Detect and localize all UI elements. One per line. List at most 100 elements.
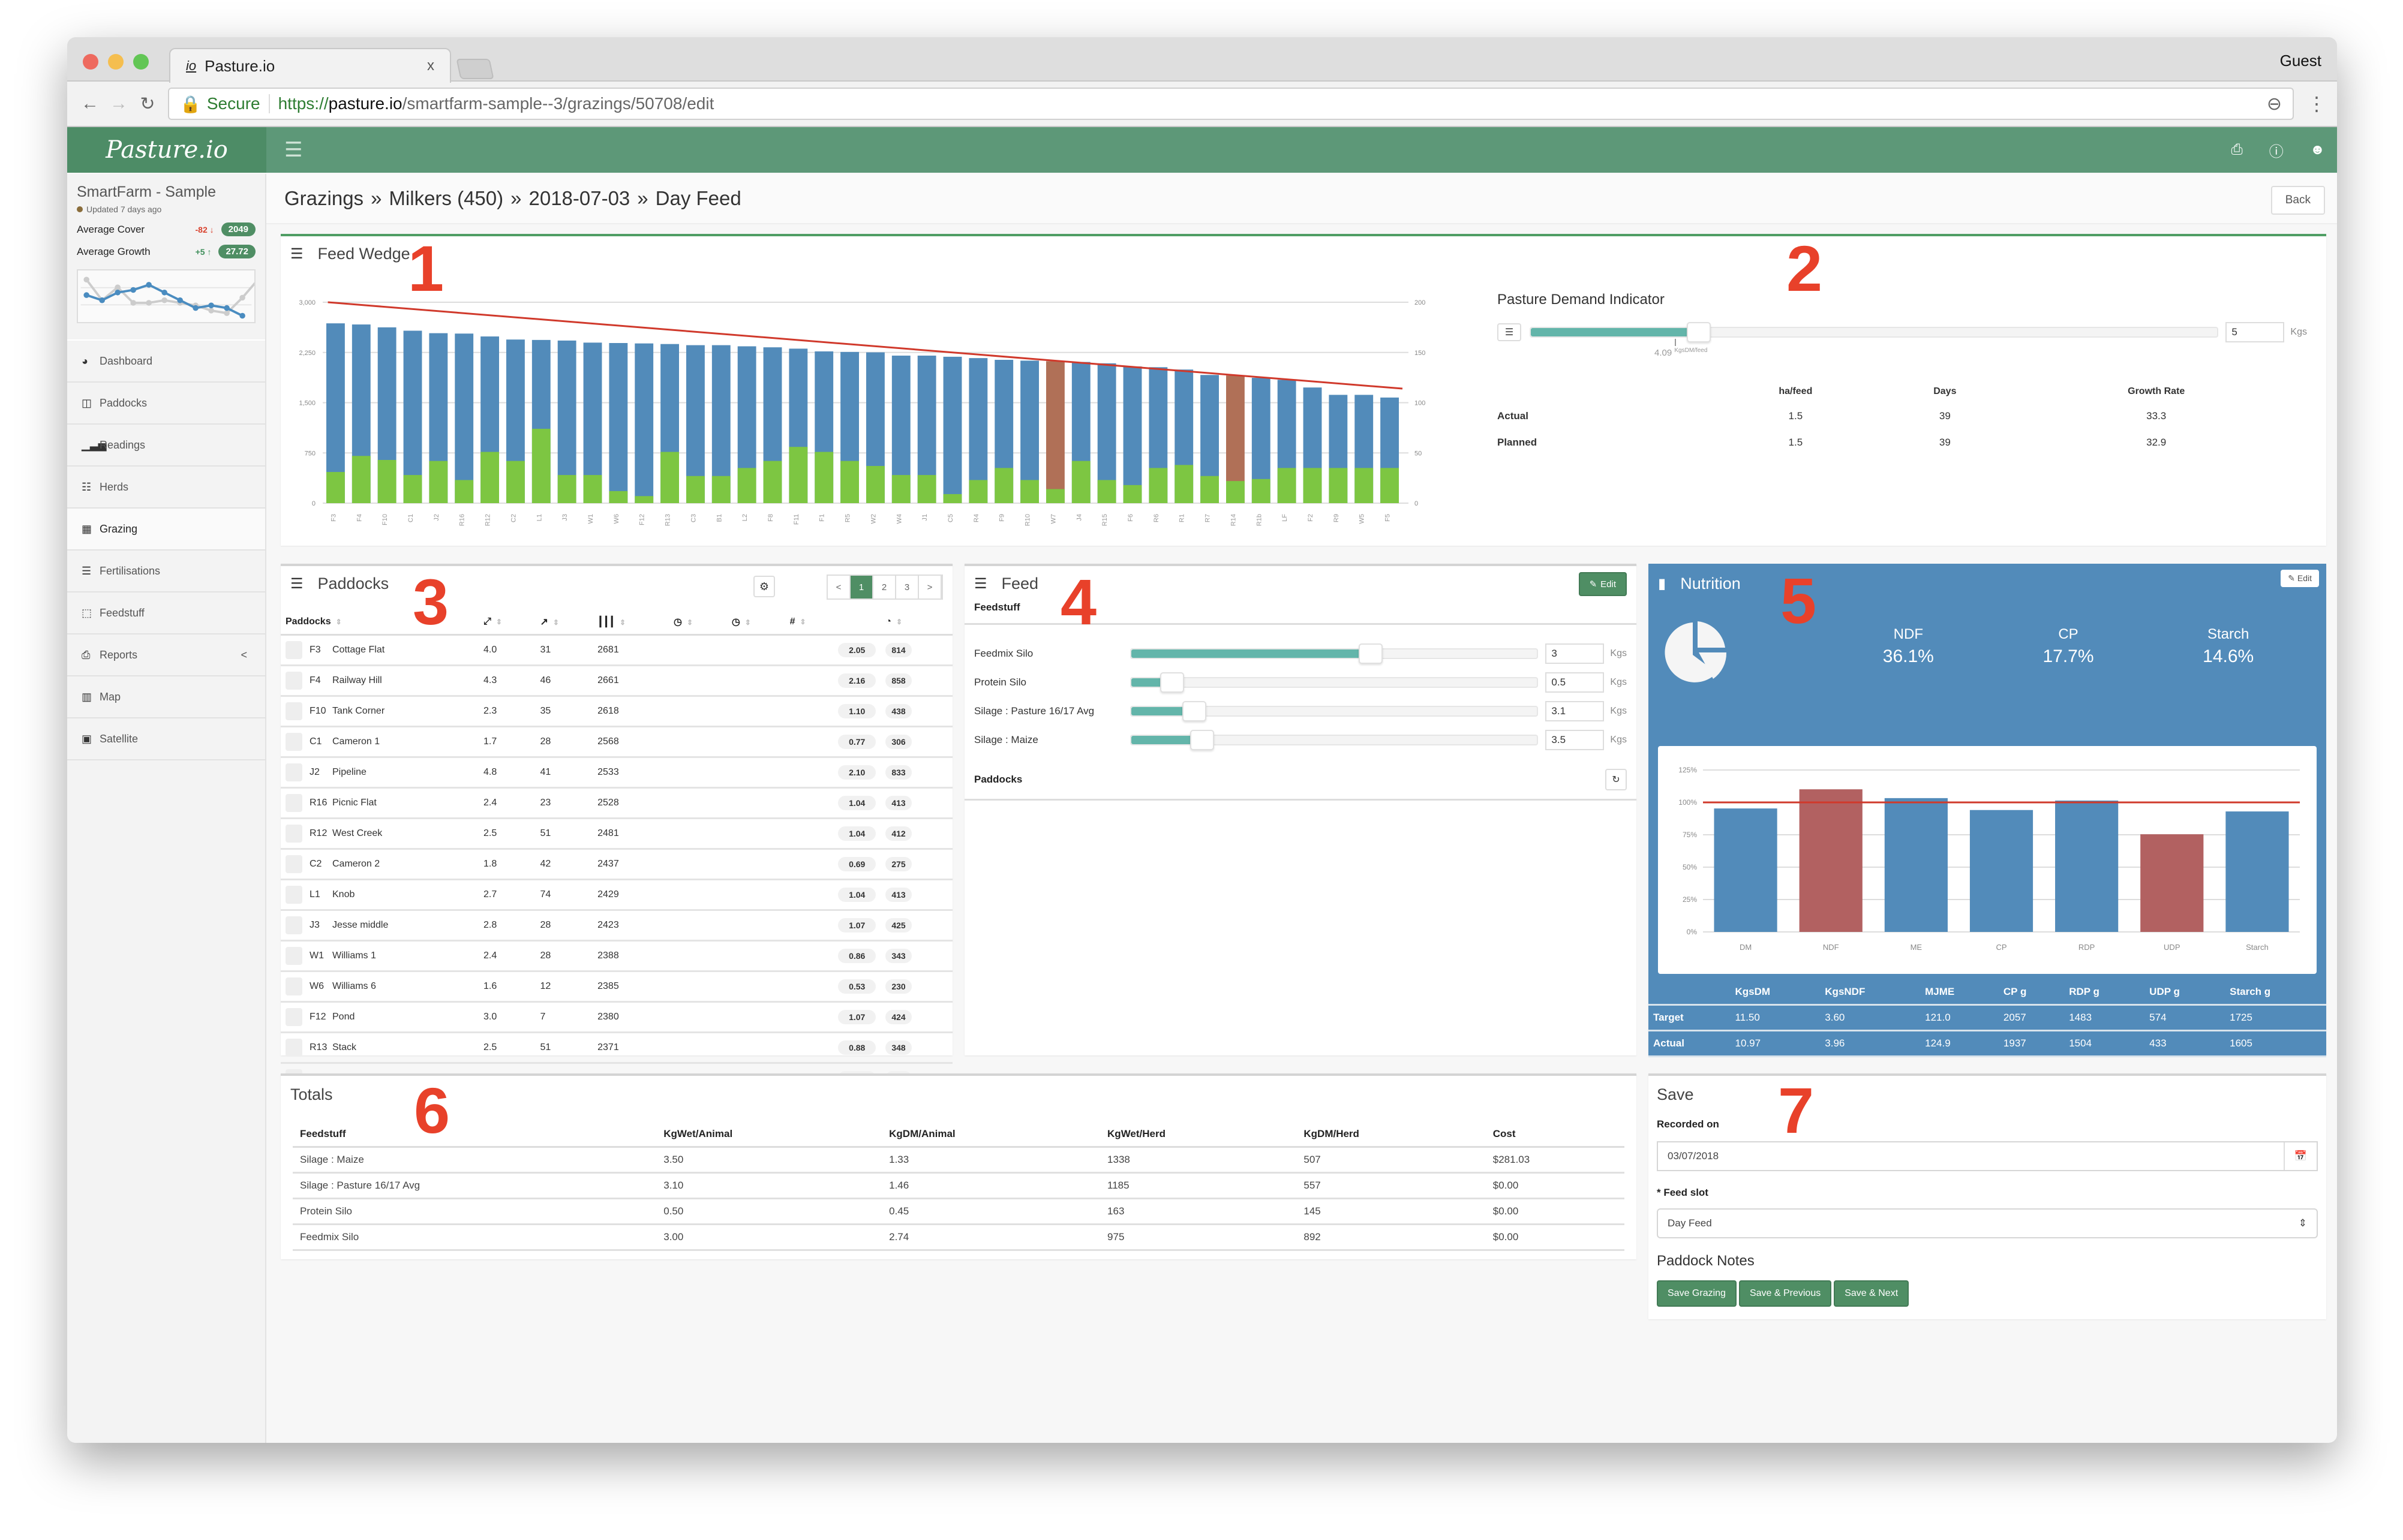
column-header[interactable]: ◷ ⇕ <box>669 610 727 636</box>
row-checkbox[interactable] <box>286 1008 302 1026</box>
sort-icon[interactable]: ⇕ <box>496 618 502 626</box>
growth-bar[interactable] <box>866 466 885 503</box>
growth-bar[interactable] <box>531 429 551 503</box>
growth-bar[interactable] <box>480 452 499 503</box>
feed-amount-input[interactable]: 0.5 <box>1545 672 1605 693</box>
growth-bar[interactable] <box>1071 461 1091 503</box>
user-icon[interactable]: ☻ <box>2310 142 2325 158</box>
info-icon[interactable]: ⓘ <box>2269 140 2284 161</box>
tab-close-button[interactable]: x <box>427 58 434 74</box>
growth-bar[interactable] <box>1277 468 1296 503</box>
feed-slider[interactable] <box>1130 672 1539 693</box>
growth-bar[interactable] <box>891 475 911 503</box>
feed-slot-select[interactable]: Day Feed ⇕ <box>1657 1208 2318 1238</box>
page-button[interactable]: < <box>828 576 851 598</box>
row-checkbox[interactable] <box>286 886 302 904</box>
cover-bar[interactable] <box>943 356 962 503</box>
table-row[interactable]: F4 Railway Hill 4.3 46 2661 2.16 858 <box>281 665 953 697</box>
growth-bar[interactable] <box>557 475 576 503</box>
url-input[interactable]: 🔒 Secure https://pasture.io/smartfarm-sa… <box>168 88 2294 120</box>
growth-bar[interactable] <box>840 461 859 503</box>
nutrition-bar[interactable] <box>1799 789 1863 932</box>
recorded-on-input[interactable]: 03/07/2018 📅 <box>1657 1141 2318 1171</box>
page-button[interactable]: 1 <box>851 576 873 598</box>
growth-bar[interactable] <box>326 472 345 503</box>
row-checkbox[interactable] <box>286 916 302 934</box>
breadcrumb-item[interactable]: 2018-07-03 <box>528 187 630 210</box>
cover-bar[interactable] <box>609 343 628 503</box>
list-toggle-icon[interactable]: ☰ <box>1497 323 1521 341</box>
growth-bar[interactable] <box>1251 479 1270 503</box>
growth-bar[interactable] <box>1149 468 1168 503</box>
sort-icon[interactable]: ⇕ <box>800 618 806 626</box>
table-row[interactable]: W6 Williams 6 1.6 12 2385 0.53 230 <box>281 971 953 1003</box>
growth-bar[interactable] <box>660 452 679 503</box>
growth-bar[interactable] <box>1329 468 1348 503</box>
column-header[interactable]: Paddocks ⇕ <box>281 610 479 636</box>
refresh-button[interactable]: ↻ <box>1605 769 1627 790</box>
kebab-menu-icon[interactable]: ⋮ <box>2305 92 2329 115</box>
sidebar-item-herds[interactable]: ☷ Herds <box>67 467 265 509</box>
nutrition-bar[interactable] <box>1884 798 1948 932</box>
table-row[interactable]: R13 Stack 2.5 51 2371 0.88 348 <box>281 1032 953 1064</box>
sidebar-item-paddocks[interactable]: ◫ Paddocks <box>67 383 265 425</box>
sidebar-item-feedstuff[interactable]: ⬚ Feedstuff <box>67 592 265 634</box>
growth-bar[interactable] <box>686 476 705 503</box>
feed-slider[interactable] <box>1130 643 1539 664</box>
growth-bar[interactable] <box>1175 465 1194 503</box>
growth-bar[interactable] <box>583 475 602 503</box>
sidebar-item-grazing[interactable]: ▦ Grazing <box>67 509 265 551</box>
close-window-button[interactable] <box>83 54 98 70</box>
slider-handle[interactable] <box>1687 322 1711 342</box>
growth-bar[interactable] <box>763 461 782 503</box>
minimize-window-button[interactable] <box>108 54 124 70</box>
growth-bar[interactable] <box>995 468 1014 503</box>
cover-bar[interactable] <box>1046 361 1065 503</box>
sidebar-item-satellite[interactable]: ▣ Satellite <box>67 718 265 760</box>
breadcrumb-item[interactable]: Grazings <box>284 187 364 210</box>
growth-bar[interactable] <box>1380 468 1399 503</box>
back-button[interactable]: Back <box>2270 186 2325 215</box>
row-checkbox[interactable] <box>286 825 302 843</box>
growth-bar[interactable] <box>1123 485 1142 503</box>
table-row[interactable]: R16 Picnic Flat 2.4 23 2528 1.04 413 <box>281 787 953 819</box>
sidebar-item-readings[interactable]: ▁▃▅ Readings <box>67 425 265 467</box>
profile-label[interactable]: Guest <box>2280 52 2321 70</box>
row-checkbox[interactable] <box>286 1039 302 1057</box>
table-row[interactable]: L1 Knob 2.7 74 2429 1.04 413 <box>281 879 953 911</box>
sidebar-item-dashboard[interactable]: ◕ Dashboard <box>67 341 265 383</box>
growth-bar[interactable] <box>1354 468 1374 503</box>
maximize-window-button[interactable] <box>133 54 149 70</box>
row-checkbox[interactable] <box>286 947 302 965</box>
row-checkbox[interactable] <box>286 641 302 659</box>
growth-bar[interactable] <box>943 494 962 503</box>
calendar-icon[interactable]: 📅 <box>2283 1142 2307 1170</box>
feed-amount-input[interactable]: 3 <box>1545 643 1605 664</box>
feed-amount-input[interactable]: 3.5 <box>1545 730 1605 750</box>
table-row[interactable]: J2 Pipeline 4.8 41 2533 2.10 833 <box>281 757 953 789</box>
table-row[interactable]: F10 Tank Corner 2.3 35 2618 1.10 438 <box>281 696 953 727</box>
growth-bar[interactable] <box>1097 480 1116 503</box>
save-next-button[interactable]: Save & Next <box>1834 1280 1909 1307</box>
save-grazing-button[interactable]: Save Grazing <box>1657 1280 1737 1307</box>
sidebar-item-map[interactable]: ▥ Map <box>67 676 265 718</box>
sidebar-item-reports[interactable]: ⎙ Reports < <box>67 634 265 676</box>
growth-bar[interactable] <box>1226 481 1245 503</box>
row-checkbox[interactable] <box>286 763 302 781</box>
slider-handle[interactable] <box>1160 672 1184 693</box>
growth-bar[interactable] <box>1200 476 1219 503</box>
column-header[interactable]: ◷ ⇕ <box>726 610 785 636</box>
table-row[interactable]: W1 Williams 1 2.4 28 2388 0.86 343 <box>281 940 953 972</box>
pasture-demand-slider[interactable]: 4.09 KgsDM/feed <box>1530 322 2219 358</box>
table-row[interactable]: R12 West Creek 2.5 51 2481 1.04 412 <box>281 818 953 850</box>
growth-bar[interactable] <box>1020 480 1039 503</box>
row-checkbox[interactable] <box>286 702 302 720</box>
sort-icon[interactable]: ⇕ <box>620 618 626 627</box>
sort-icon[interactable]: ⇕ <box>896 618 902 626</box>
settings-button[interactable]: ⚙ <box>753 576 775 597</box>
cover-bar[interactable] <box>455 333 474 503</box>
slider-handle[interactable] <box>1190 730 1215 750</box>
farm-name[interactable]: SmartFarm - Sample <box>77 184 256 201</box>
feed-slider[interactable] <box>1130 730 1539 750</box>
cover-bar[interactable] <box>635 343 654 503</box>
